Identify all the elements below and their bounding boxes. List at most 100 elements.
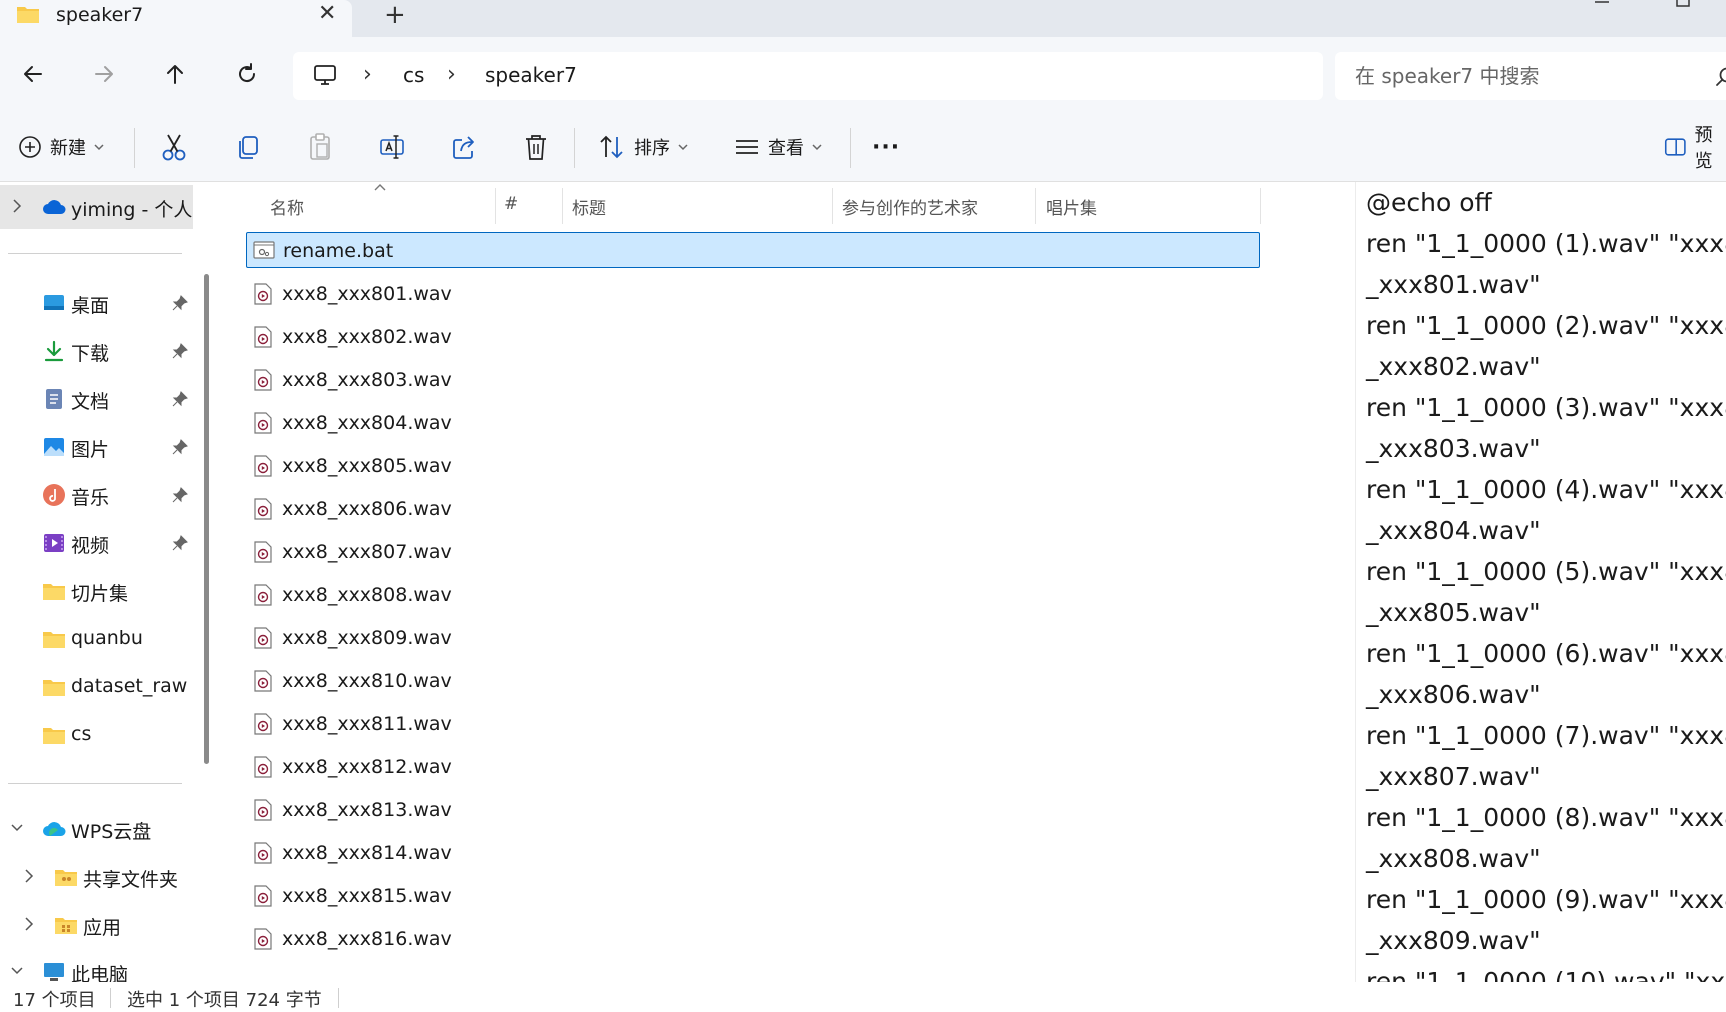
tab-speaker7[interactable]: speaker7 ✕ [0, 0, 352, 37]
preview-line: ren "1_1_0000 (5).wav" "xxx8 [1366, 551, 1726, 592]
file-row[interactable]: xxx8_xxx815.wav [246, 878, 1260, 914]
chevron-right-icon[interactable] [22, 915, 36, 933]
column-divider[interactable] [495, 188, 496, 224]
forward-arrow-icon[interactable] [91, 61, 117, 87]
new-button[interactable]: 新建 [18, 132, 106, 162]
file-row-rename-bat[interactable]: rename.bat [246, 232, 1260, 268]
preview-line: @echo off [1366, 182, 1726, 223]
more-options-button[interactable]: ··· [872, 132, 900, 162]
sidebar-item-onedrive[interactable]: yiming - 个人 [0, 185, 193, 229]
column-title[interactable]: 标题 [572, 194, 606, 219]
sidebar-scrollbar[interactable] [204, 274, 209, 764]
pin-icon[interactable] [172, 295, 188, 311]
file-row[interactable]: xxx8_xxx811.wav [246, 706, 1260, 742]
sidebar-item-label: WPS云盘 [71, 817, 151, 844]
pin-icon[interactable] [172, 487, 188, 503]
sidebar-item-cs[interactable]: cs [0, 713, 200, 757]
rename-icon[interactable] [378, 132, 406, 162]
computer-icon[interactable] [313, 63, 337, 87]
preview-label: 预览 [1695, 121, 1726, 173]
sidebar-item-dataset-raw[interactable]: dataset_raw [0, 665, 200, 709]
file-row[interactable]: xxx8_xxx806.wav [246, 491, 1260, 527]
up-arrow-icon[interactable] [162, 61, 188, 87]
preview-line: _xxx802.wav" [1366, 346, 1726, 387]
sidebar-item-wps-cloud[interactable]: WPS云盘 [0, 807, 200, 851]
file-row[interactable]: xxx8_xxx809.wav [246, 620, 1260, 656]
paste-icon[interactable] [306, 132, 334, 162]
sidebar-item-shared-folder[interactable]: 共享文件夹 [12, 855, 212, 899]
file-row[interactable]: xxx8_xxx807.wav [246, 534, 1260, 570]
search-input[interactable] [1355, 64, 1695, 88]
new-tab-button[interactable]: + [384, 2, 406, 28]
sidebar-item-downloads[interactable]: 下载 [0, 329, 200, 373]
breadcrumb-separator[interactable]: › [447, 62, 456, 87]
column-number[interactable]: # [504, 194, 518, 214]
breadcrumb-speaker7[interactable]: speaker7 [485, 63, 577, 87]
file-row[interactable]: xxx8_xxx803.wav [246, 362, 1260, 398]
view-button[interactable]: 查看 [734, 132, 824, 162]
breadcrumb-cs[interactable]: cs [403, 63, 424, 87]
file-row[interactable]: xxx8_xxx816.wav [246, 921, 1260, 957]
address-bar[interactable]: › cs › speaker7 [293, 52, 1323, 100]
file-list: rename.bat xxx8_xxx801.wav xxx8_xxx802.wa… [212, 226, 1262, 986]
column-name[interactable]: 名称 [270, 194, 304, 219]
cut-icon[interactable] [160, 132, 188, 162]
chevron-right-icon[interactable] [22, 867, 36, 885]
tab-bar: speaker7 ✕ + [0, 0, 1726, 37]
sidebar-item-qiepianji[interactable]: 切片集 [0, 569, 200, 613]
preview-pane-button[interactable]: 预览 [1664, 132, 1726, 162]
file-row[interactable]: xxx8_xxx814.wav [246, 835, 1260, 871]
cloud-icon [42, 195, 66, 219]
close-tab-icon[interactable]: ✕ [318, 2, 336, 26]
search-icon[interactable] [1715, 66, 1726, 88]
search-box[interactable] [1335, 52, 1726, 100]
file-row[interactable]: xxx8_xxx812.wav [246, 749, 1260, 785]
breadcrumb-separator[interactable]: › [363, 62, 372, 87]
file-row[interactable]: xxx8_xxx813.wav [246, 792, 1260, 828]
column-divider[interactable] [562, 188, 563, 224]
column-divider[interactable] [1260, 188, 1261, 224]
file-name: xxx8_xxx801.wav [282, 283, 452, 305]
sidebar-item-videos[interactable]: 视频 [0, 521, 200, 565]
column-divider[interactable] [1035, 188, 1036, 224]
chevron-right-icon[interactable] [10, 197, 24, 215]
sidebar-item-label: 共享文件夹 [83, 865, 178, 892]
selection-info: 选中 1 个项目 724 字节 [127, 986, 322, 1012]
file-row[interactable]: xxx8_xxx802.wav [246, 319, 1260, 355]
file-row[interactable]: xxx8_xxx801.wav [246, 276, 1260, 312]
window-controls[interactable] [1585, 0, 1725, 12]
pin-icon[interactable] [172, 535, 188, 551]
column-album[interactable]: 唱片集 [1046, 194, 1097, 219]
chevron-down-icon[interactable] [10, 962, 24, 980]
pin-icon[interactable] [172, 343, 188, 359]
file-row[interactable]: xxx8_xxx804.wav [246, 405, 1260, 441]
refresh-icon[interactable] [234, 61, 260, 87]
file-name: xxx8_xxx815.wav [282, 885, 452, 907]
share-icon[interactable] [450, 132, 478, 162]
sidebar-item-desktop[interactable]: 桌面 [0, 281, 200, 325]
sidebar-item-label: 下载 [71, 339, 109, 366]
column-contributing-artists[interactable]: 参与创作的艺术家 [842, 194, 978, 219]
pin-icon[interactable] [172, 439, 188, 455]
preview-line: _xxx805.wav" [1366, 592, 1726, 633]
audio-file-icon [254, 369, 272, 391]
delete-icon[interactable] [522, 132, 550, 162]
preview-content: @echo offren "1_1_0000 (1).wav" "xxx8_xx… [1366, 182, 1726, 982]
sort-button[interactable]: 排序 [598, 132, 690, 162]
navigation-pane: yiming - 个人 桌面 下载 文档 图片 [0, 182, 212, 982]
file-row[interactable]: xxx8_xxx808.wav [246, 577, 1260, 613]
pin-icon[interactable] [172, 391, 188, 407]
column-header: 名称 # 标题 参与创作的艺术家 唱片集 [212, 182, 1262, 226]
sidebar-item-pictures[interactable]: 图片 [0, 425, 200, 469]
chevron-down-icon[interactable] [10, 819, 24, 837]
sidebar-item-music[interactable]: 音乐 [0, 473, 200, 517]
copy-icon[interactable] [234, 132, 262, 162]
file-name: xxx8_xxx806.wav [282, 498, 452, 520]
sidebar-item-apps[interactable]: 应用 [12, 903, 212, 947]
column-divider[interactable] [832, 188, 833, 224]
file-row[interactable]: xxx8_xxx810.wav [246, 663, 1260, 699]
sidebar-item-documents[interactable]: 文档 [0, 377, 200, 421]
sidebar-item-quanbu[interactable]: quanbu [0, 617, 200, 661]
file-row[interactable]: xxx8_xxx805.wav [246, 448, 1260, 484]
back-arrow-icon[interactable] [20, 61, 46, 87]
